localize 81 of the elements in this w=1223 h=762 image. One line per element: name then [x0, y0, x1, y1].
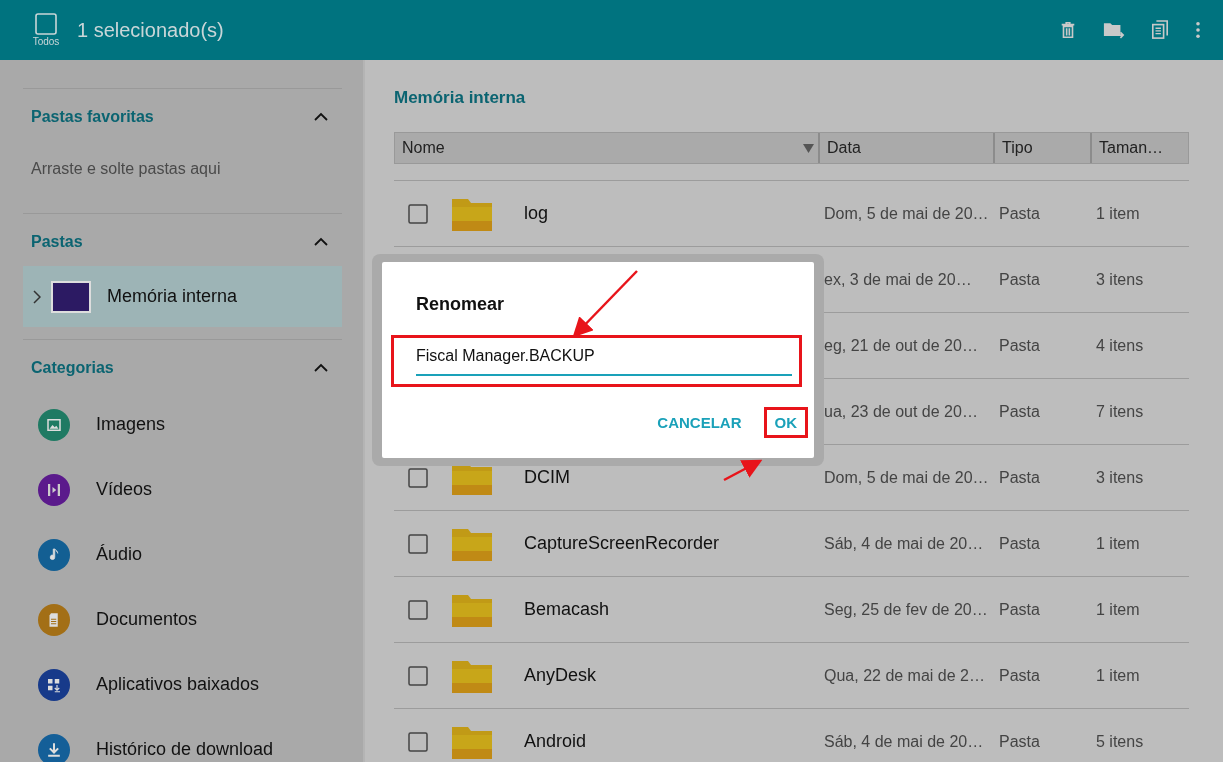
row-checkbox[interactable] [408, 665, 428, 686]
type-cell-text: Pasta [998, 534, 1040, 552]
size-cell-text: 1 item [1095, 666, 1140, 684]
copy-icon[interactable] [1151, 20, 1169, 40]
chevron-up-icon[interactable] [314, 237, 328, 247]
folder-title: Memória interna [394, 88, 527, 109]
row-checkbox[interactable] [408, 203, 428, 224]
selection-count: 1 selecionado(s) [77, 18, 225, 42]
select-all-checkbox[interactable] [35, 13, 57, 35]
dialog-title: Renomear [416, 294, 506, 315]
audio-icon[interactable] [38, 538, 70, 571]
size-cell-text: 5 itens [1095, 732, 1144, 750]
category-item[interactable]: Áudio [96, 544, 143, 565]
file-name[interactable]: AnyDesk [524, 665, 597, 685]
file-name[interactable]: log [524, 203, 549, 223]
video-icon[interactable] [38, 473, 70, 506]
storage-thumbnail [51, 280, 91, 313]
file-name[interactable]: CaptureScreenRecorder [524, 533, 720, 553]
date-cell-text: Qua, 22 de mai de 2… [823, 666, 985, 684]
date-cell-text: Dom, 5 de mai de 20… [823, 468, 989, 486]
size-cell-text: 1 item [1095, 204, 1140, 222]
annotation-arrow [723, 459, 763, 482]
date-cell-text: Dom, 5 de mai de 20… [823, 204, 989, 222]
size-cell-text: 1 item [1095, 534, 1140, 552]
image-icon[interactable] [38, 408, 70, 441]
category-item[interactable]: Vídeos [96, 479, 153, 500]
category-item[interactable]: Aplicativos baixados [96, 674, 260, 695]
apps-icon[interactable] [38, 668, 70, 701]
folder-icon [452, 658, 492, 693]
column-header[interactable]: Taman… [1099, 139, 1164, 157]
column-header[interactable]: Data [827, 139, 861, 157]
chevron-up-icon[interactable] [314, 363, 328, 373]
select-all-label: Todos [32, 36, 60, 47]
column-header[interactable]: Nome [402, 139, 445, 157]
type-cell-text: Pasta [998, 270, 1040, 288]
size-cell-text: 3 itens [1095, 270, 1144, 288]
row-checkbox[interactable] [408, 599, 428, 620]
section-title: Categorias [31, 359, 114, 377]
folder-icon [452, 526, 492, 561]
type-cell-text: Pasta [998, 204, 1040, 222]
type-cell-text: Pasta [998, 336, 1040, 354]
date-cell-text: ex, 3 de mai de 20… [823, 270, 972, 288]
row-checkbox[interactable] [408, 467, 428, 488]
size-cell-text: 7 itens [1095, 402, 1144, 420]
folder-icon [452, 196, 492, 231]
file-name[interactable]: Android [524, 731, 587, 751]
type-cell-text: Pasta [998, 468, 1040, 486]
folder-arrow-icon[interactable] [1103, 20, 1125, 40]
size-cell-text: 1 item [1095, 600, 1140, 618]
date-cell-text: ua, 23 de out de 20… [823, 402, 978, 420]
type-cell-text: Pasta [998, 402, 1040, 420]
category-item[interactable]: Imagens [96, 414, 166, 435]
chevron-up-icon[interactable] [314, 112, 328, 122]
name-input-field[interactable]: Fiscal Manager.BACKUP [416, 338, 792, 376]
column-header[interactable]: Tipo [1002, 139, 1033, 157]
row-checkbox[interactable] [408, 533, 428, 554]
type-cell-text: Pasta [998, 600, 1040, 618]
date-cell-text: Sáb, 4 de mai de 20… [823, 732, 984, 750]
date-cell-text: eg, 21 de out de 20… [823, 336, 978, 354]
document-icon[interactable] [38, 603, 70, 636]
more-icon[interactable] [1195, 21, 1201, 39]
folder-icon [452, 724, 492, 759]
download-icon[interactable] [38, 733, 70, 762]
section-title: Pastas [31, 233, 83, 251]
section-title: Pastas favoritas [31, 108, 154, 126]
file-name[interactable]: Bemacash [524, 599, 610, 619]
folder-icon [452, 592, 492, 627]
file-name[interactable]: DCIM [524, 467, 570, 487]
trash-icon[interactable] [1059, 20, 1077, 40]
type-cell-text: Pasta [998, 732, 1040, 750]
type-cell-text: Pasta [998, 666, 1040, 684]
row-checkbox[interactable] [408, 731, 428, 752]
size-cell-text: 3 itens [1095, 468, 1144, 486]
sort-icon[interactable] [803, 143, 814, 153]
size-cell-text: 4 itens [1095, 336, 1144, 354]
category-item[interactable]: Histórico de download [96, 739, 274, 760]
date-cell-text: Seg, 25 de fev de 20… [823, 600, 988, 618]
date-cell-text: Sáb, 4 de mai de 20… [823, 534, 984, 552]
folder-item[interactable]: Memória interna [23, 266, 342, 327]
drop-hint: Arraste e solte pastas aqui [30, 159, 222, 179]
category-item[interactable]: Documentos [96, 609, 198, 630]
